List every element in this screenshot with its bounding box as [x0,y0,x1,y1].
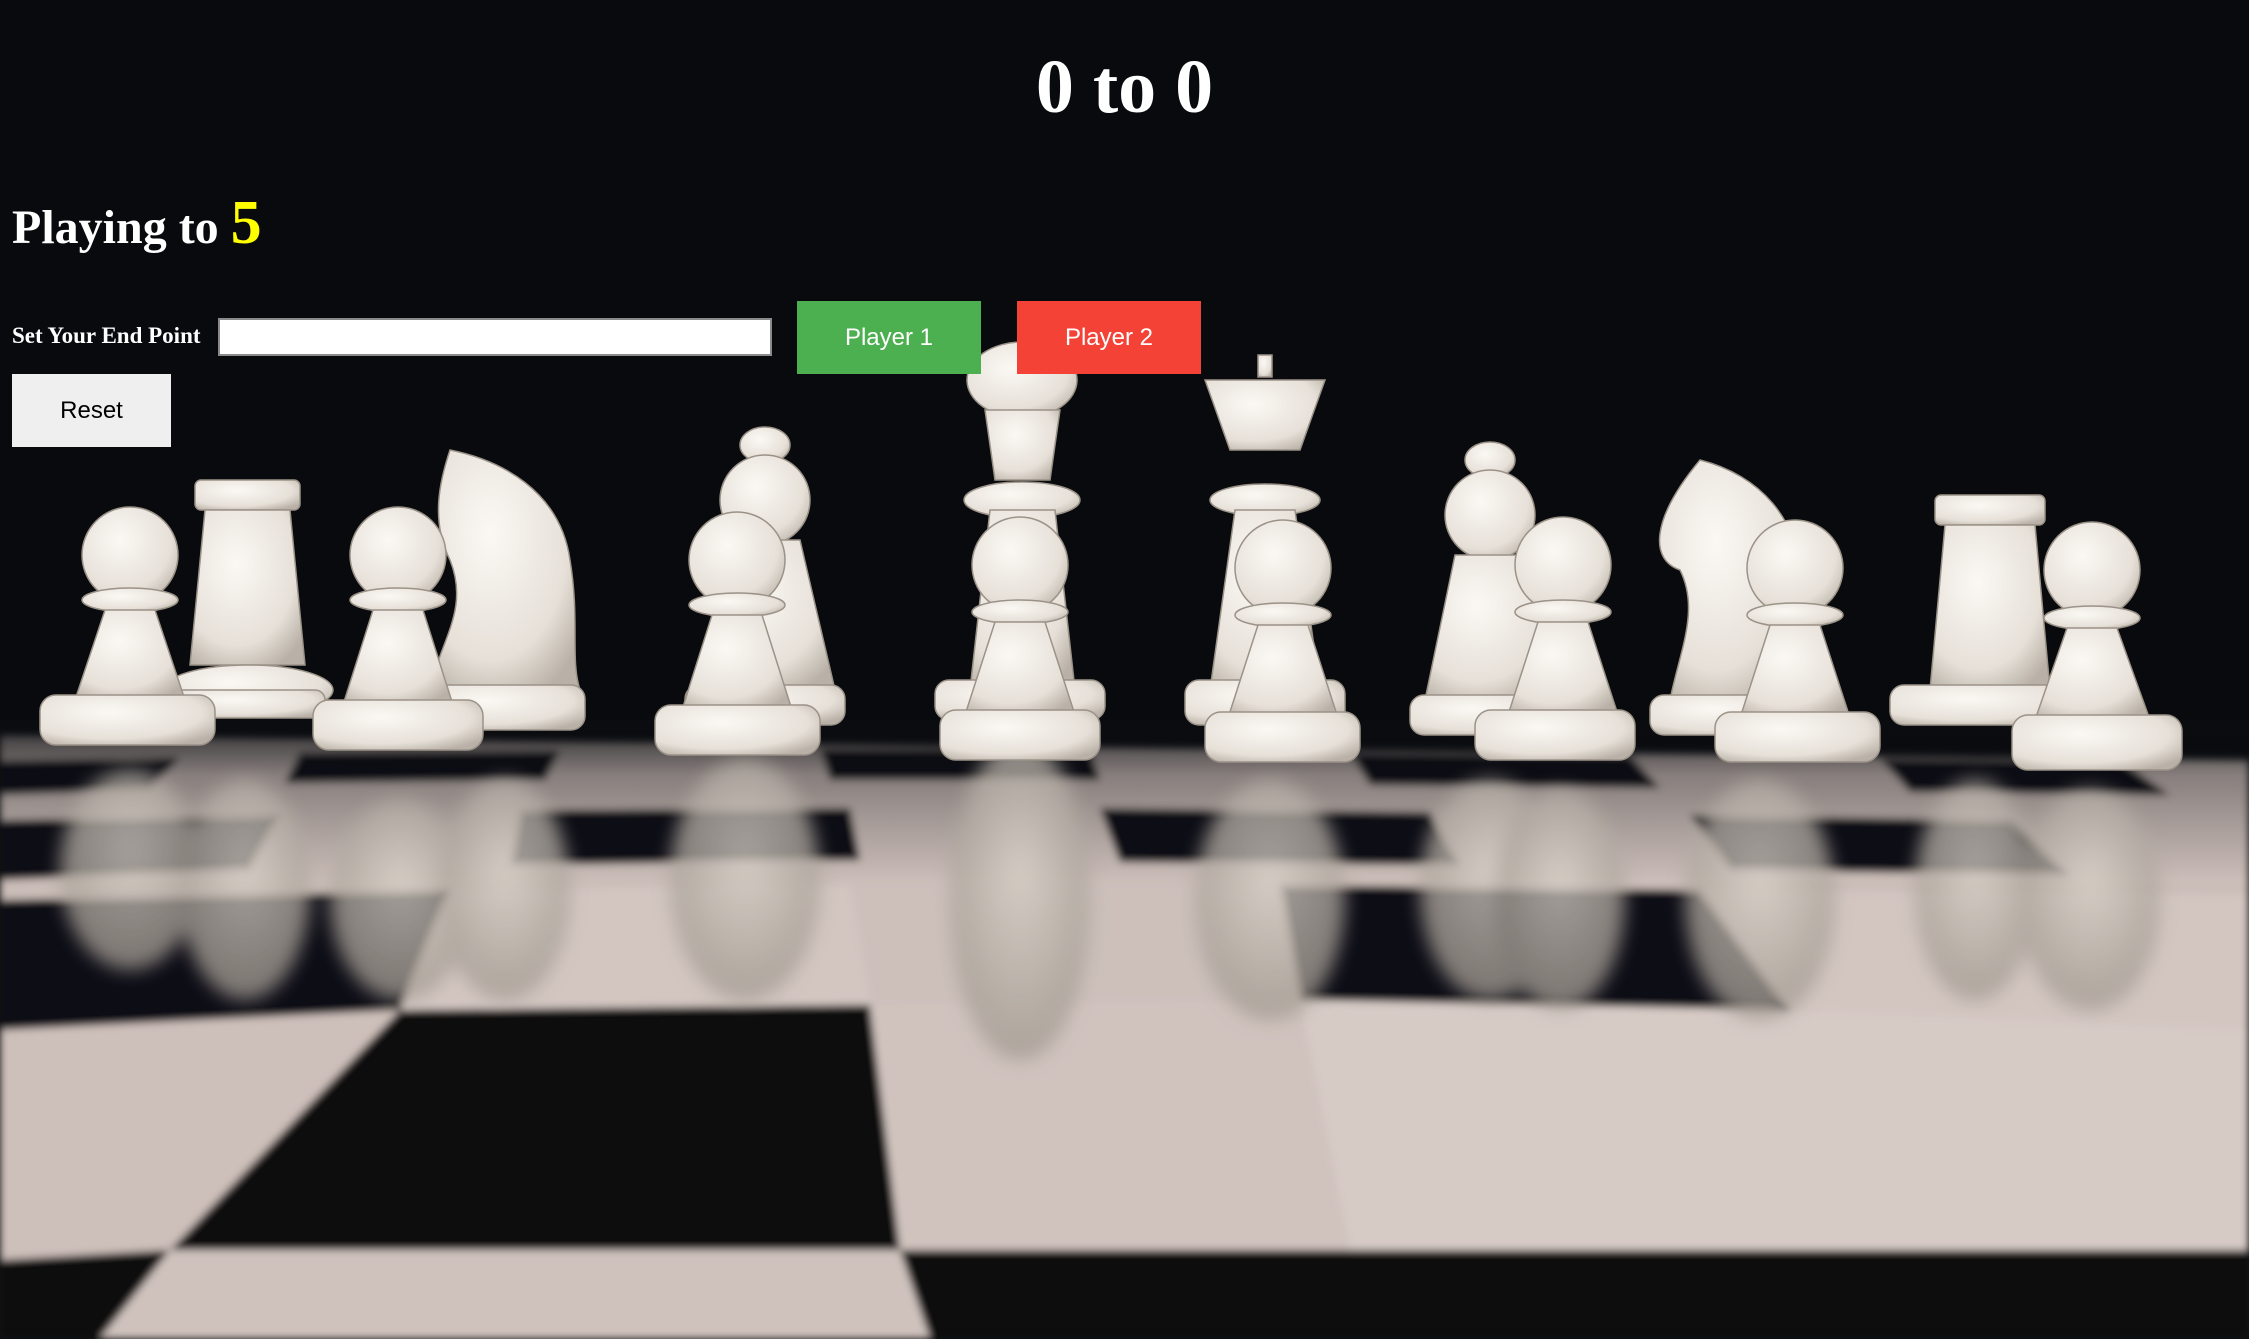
end-point-label: Set Your End Point [12,323,201,348]
player2-score: 0 [1175,45,1214,129]
player1-button[interactable]: Player 1 [797,301,981,374]
page: 0 to 0 Playing to 5 Set Your End Point P… [0,0,2249,1339]
player1-score: 0 [1035,45,1074,129]
playing-to-heading: Playing to 5 [12,188,262,259]
score-separator: to [1092,45,1157,129]
scorekeeper-app: 0 to 0 Playing to 5 Set Your End Point P… [0,0,2249,1339]
scoreboard: 0 to 0 [0,44,2249,131]
playing-to-label: Playing to [12,201,219,254]
end-point-input[interactable] [218,318,772,356]
winning-score: 5 [230,189,262,257]
reset-button[interactable]: Reset [12,374,171,447]
player2-button[interactable]: Player 2 [1017,301,1201,374]
